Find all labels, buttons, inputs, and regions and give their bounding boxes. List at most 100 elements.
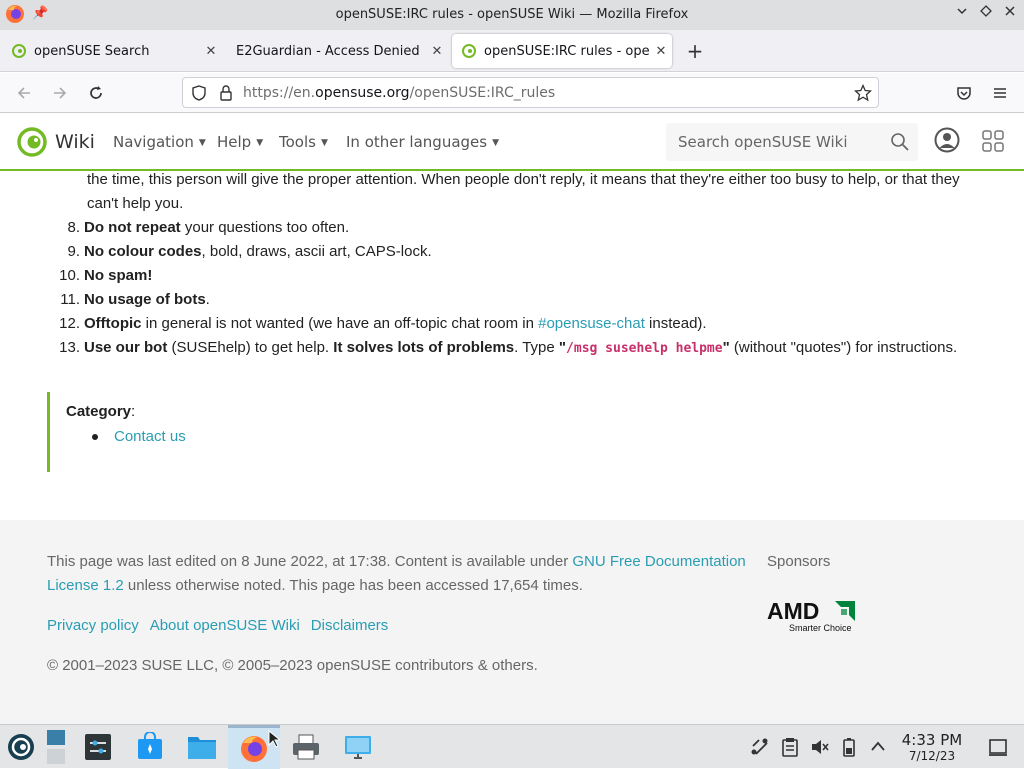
opensuse-chat-link[interactable]: #opensuse-chat <box>538 315 645 332</box>
pocket-icon <box>957 87 971 100</box>
lock-icon[interactable] <box>219 84 233 101</box>
minimize-button[interactable] <box>953 5 971 21</box>
taskbar-file-manager[interactable] <box>176 725 228 769</box>
list-item: 10. No spam! <box>48 264 988 288</box>
rule-bold: No colour codes <box>84 243 202 260</box>
rule-text: , bold, draws, ascii art, CAPS-lock. <box>201 243 432 260</box>
rule-text-2: . Type <box>514 339 559 356</box>
list-item: 12. Offtopic in general is not wanted (w… <box>48 312 988 336</box>
forward-button[interactable] <box>48 81 72 105</box>
shield-icon[interactable] <box>191 84 207 101</box>
close-icon[interactable]: ✕ <box>426 44 448 59</box>
app-menu-button[interactable] <box>988 81 1012 105</box>
remote-desktop-icon <box>345 736 371 759</box>
rule-bold: Offtopic <box>84 315 142 332</box>
menu-navigation[interactable]: Navigation ▼ <box>113 133 206 151</box>
new-tab-button[interactable]: + <box>684 39 706 63</box>
tab-label: E2Guardian - Access Denied <box>236 43 420 59</box>
clock[interactable]: 4:33 PM 7/12/23 <box>896 731 968 763</box>
sponsor-logo-text: AMD <box>767 598 819 624</box>
amd-sponsor-logo[interactable]: AMD Smarter Choice <box>767 598 859 634</box>
copyright-text: © 2001–2023 SUSE LLC, © 2005–2023 openSU… <box>47 657 538 674</box>
taskbar-firefox[interactable] <box>228 725 280 769</box>
search-icon[interactable] <box>890 132 910 152</box>
opensuse-favicon-icon <box>462 44 476 58</box>
tray-expand-icon[interactable] <box>870 740 886 752</box>
disclaimers-link[interactable]: Disclaimers <box>311 614 389 638</box>
footer-links: Privacy policy About openSUSE Wiki Discl… <box>47 614 388 638</box>
paragraph-continuation: the time, this person will give the prop… <box>87 171 960 212</box>
list-number: 13. <box>59 339 80 356</box>
reload-button[interactable] <box>84 81 108 105</box>
taskbar: 4:33 PM 7/12/23 <box>0 724 1024 769</box>
discover-icon <box>138 732 162 759</box>
menu-other-languages[interactable]: In other languages ▼ <box>346 133 499 151</box>
wiki-name[interactable]: Wiki <box>55 131 95 153</box>
file-manager-icon <box>188 737 216 759</box>
caret-down-icon: ▼ <box>256 138 264 148</box>
list-number: 11. <box>60 291 80 308</box>
tab-opensuse-search[interactable]: openSUSE Search ✕ <box>2 34 222 68</box>
page-footer: This page was last edited on 8 June 2022… <box>0 520 1024 724</box>
url-scheme: https://en. <box>243 84 316 101</box>
close-icon[interactable]: ✕ <box>200 44 222 59</box>
taskbar-discover[interactable] <box>124 725 176 769</box>
list-number: 9. <box>67 243 80 260</box>
caret-down-icon: ▼ <box>320 138 328 148</box>
menu-label: Help <box>217 133 252 151</box>
rule-text: . <box>205 291 210 308</box>
user-account-icon[interactable] <box>934 127 960 153</box>
category-link-contact-us[interactable]: Contact us <box>114 425 186 449</box>
category-item: Contact us <box>92 425 186 449</box>
url-bar[interactable]: https://en. opensuse.org/openSUSE:IRC_rul… <box>182 77 879 108</box>
about-wiki-link[interactable]: About openSUSE Wiki <box>150 614 300 638</box>
privacy-policy-link[interactable]: Privacy policy <box>47 614 139 638</box>
apps-grid-icon[interactable] <box>982 130 1004 152</box>
window-titlebar: 📌 openSUSE:IRC rules - openSUSE Wiki — M… <box>0 0 1024 30</box>
bookmark-star-icon[interactable] <box>854 84 872 102</box>
caret-down-icon: ▼ <box>492 138 500 148</box>
sponsor-tagline: Smarter Choice <box>789 623 852 633</box>
back-button[interactable] <box>12 81 36 105</box>
taskbar-settings[interactable] <box>72 725 124 769</box>
menu-help[interactable]: Help ▼ <box>217 133 263 151</box>
tab-e2guardian[interactable]: E2Guardian - Access Denied ✕ <box>226 34 448 68</box>
category-box: Category: Contact us <box>47 392 447 472</box>
list-item: 9. No colour codes, bold, draws, ascii a… <box>48 240 988 264</box>
battery-icon[interactable] <box>842 737 856 757</box>
opensuse-logo-icon[interactable] <box>17 127 47 157</box>
pocket-button[interactable] <box>952 81 976 105</box>
reload-icon <box>90 86 102 99</box>
mouse-cursor-icon <box>268 730 280 748</box>
network-icon[interactable] <box>750 737 770 757</box>
application-launcher[interactable] <box>0 725 42 769</box>
close-window-button[interactable] <box>1001 5 1019 21</box>
rule-bold: No usage of bots <box>84 291 206 308</box>
taskbar-printer[interactable] <box>280 725 332 769</box>
tab-label: openSUSE:IRC rules - openS <box>484 43 650 59</box>
maximize-button[interactable] <box>977 5 995 21</box>
opensuse-start-icon <box>8 734 34 760</box>
navigation-toolbar: https://en. opensuse.org/openSUSE:IRC_rul… <box>0 73 1024 113</box>
wiki-search-input[interactable]: Search openSUSE Wiki <box>666 123 918 161</box>
menu-label: Navigation <box>113 133 194 151</box>
volume-muted-icon[interactable] <box>810 737 830 757</box>
category-colon: : <box>131 403 136 420</box>
search-placeholder: Search openSUSE Wiki <box>678 133 848 151</box>
tab-irc-rules[interactable]: openSUSE:IRC rules - openS ✕ <box>452 34 672 68</box>
lastmod-text: This page was last edited on 8 June 2022… <box>47 553 573 570</box>
list-number: 12. <box>59 315 80 332</box>
quote-close: " <box>722 339 730 356</box>
desktop-pager[interactable] <box>42 725 70 769</box>
opensuse-favicon-icon <box>12 44 26 58</box>
category-label[interactable]: Category <box>66 403 131 420</box>
clipboard-icon[interactable] <box>781 737 799 757</box>
caret-down-icon: ▼ <box>198 138 206 148</box>
menu-tools[interactable]: Tools ▼ <box>279 133 328 151</box>
sponsors-label: Sponsors <box>767 553 831 570</box>
show-desktop-icon[interactable] <box>988 737 1008 757</box>
rule-bold: Do not repeat <box>84 219 181 236</box>
close-icon[interactable]: ✕ <box>650 44 672 59</box>
taskbar-remote-desktop[interactable] <box>332 725 384 769</box>
bullet <box>92 434 98 440</box>
